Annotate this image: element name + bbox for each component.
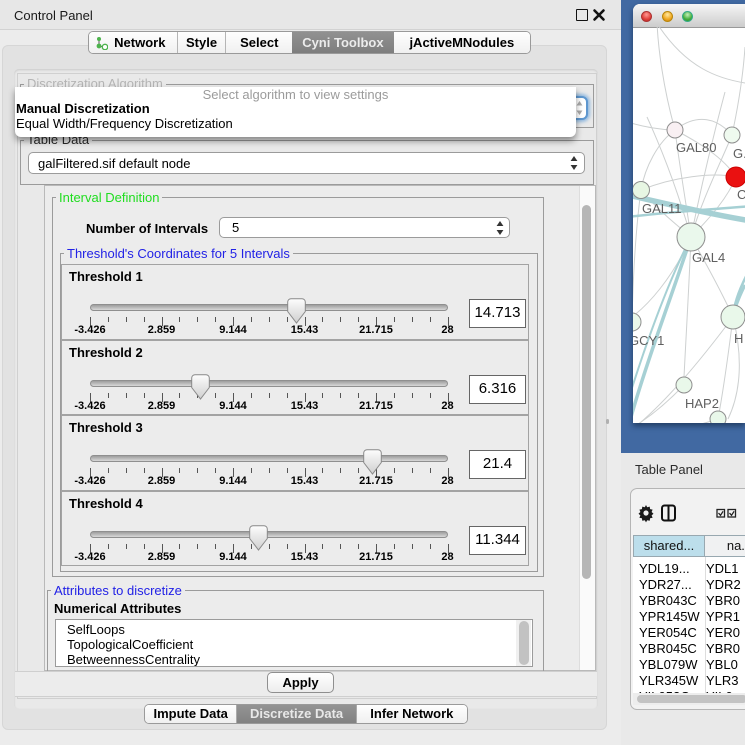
svg-text:G.: G. [733, 146, 745, 161]
svg-text:GAL80: GAL80 [676, 140, 716, 155]
svg-text:HAP2: HAP2 [685, 396, 719, 411]
svg-text:C: C [737, 187, 745, 202]
svg-text:GAL11: GAL11 [642, 201, 682, 216]
svg-text:GAL4: GAL4 [692, 250, 725, 265]
svg-text:H: H [734, 331, 743, 346]
svg-text:GCY1: GCY1 [633, 333, 664, 348]
